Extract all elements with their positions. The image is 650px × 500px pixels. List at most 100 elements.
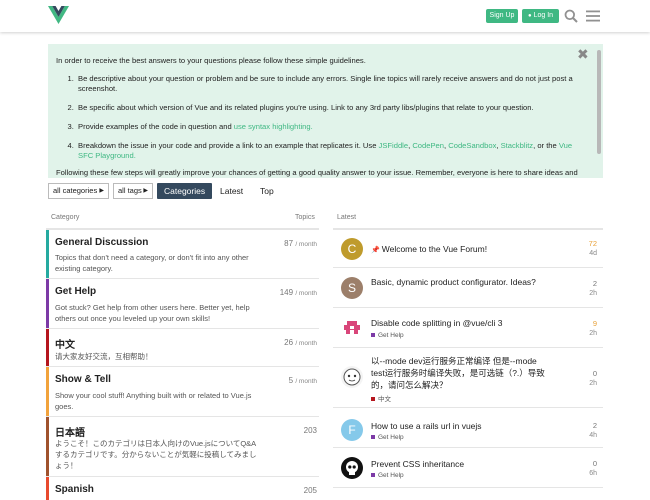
login-label: Log In bbox=[533, 12, 554, 19]
topic-row[interactable]: Disable code splitting in @vue/cli 3 Get… bbox=[333, 308, 603, 348]
category-row[interactable]: Spanish 205 bbox=[46, 477, 319, 500]
user-icon: ● bbox=[527, 13, 532, 19]
count-value: 26 bbox=[284, 338, 294, 347]
category-column-header: Category bbox=[51, 214, 80, 221]
guideline-item: Be specific about which version of Vue a… bbox=[76, 103, 586, 113]
latest-column-header: Latest bbox=[337, 214, 357, 221]
avatar[interactable]: C bbox=[341, 238, 363, 260]
category-description: Got stuck? Get help from other users her… bbox=[55, 303, 250, 323]
category-name[interactable]: 中文 bbox=[55, 336, 75, 351]
category-row[interactable]: General Discussion Topics that don't nee… bbox=[46, 230, 319, 279]
guideline-item: Be descriptive about your question or pr… bbox=[76, 74, 586, 94]
category-row[interactable]: 日本語 ようこそ！このカテゴリは日本人向けのVue.jsについてQ&Aするカテゴ… bbox=[46, 417, 319, 477]
category-name[interactable]: Spanish bbox=[55, 484, 94, 495]
banner-outro: Following these few steps will greatly i… bbox=[56, 168, 578, 177]
signup-button[interactable]: Sign Up bbox=[486, 9, 518, 23]
category-color-bar bbox=[46, 230, 49, 278]
reply-count: 0 bbox=[592, 369, 597, 378]
category-name[interactable]: General Discussion bbox=[55, 237, 148, 248]
banner-intro: In order to receive the best answers to … bbox=[56, 56, 366, 65]
skull-avatar[interactable] bbox=[341, 457, 363, 479]
topic-title[interactable]: Basic, dynamic product configurator. Ide… bbox=[371, 276, 551, 288]
topics-column-header: Topics bbox=[295, 214, 315, 221]
topic-title[interactable]: 以--mode dev运行服务正常编译 但是--mode test运行服务时编译… bbox=[371, 355, 551, 391]
category-color-square bbox=[371, 435, 375, 439]
tags-dropdown-label: all tags bbox=[118, 186, 142, 195]
category-count: 203 bbox=[304, 426, 317, 435]
topic-row[interactable]: 以--mode dev运行服务正常编译 但是--mode test运行服务时编译… bbox=[333, 348, 603, 408]
categories-dropdown-label: all categories bbox=[53, 186, 98, 195]
caret-right-icon: ▶ bbox=[99, 188, 104, 194]
syntax-highlighting-link[interactable]: use syntax highlighting. bbox=[234, 122, 313, 131]
tab-categories[interactable]: Categories bbox=[157, 183, 213, 199]
category-row[interactable]: 中文 请大家友好交流，互相帮助！ 26 / month bbox=[46, 329, 319, 367]
topic-category-label: Get Help bbox=[378, 472, 404, 479]
per-month-label: / month bbox=[295, 241, 317, 248]
jsfiddle-link[interactable]: JSFiddle bbox=[379, 141, 409, 150]
category-row[interactable]: Get Help Got stuck? Get help from other … bbox=[46, 279, 319, 329]
category-count: 149 / month bbox=[280, 288, 317, 297]
tab-top[interactable]: Top bbox=[260, 183, 274, 199]
guideline-item: Provide examples of the code in question… bbox=[76, 122, 586, 132]
pixel-avatar[interactable] bbox=[341, 317, 363, 339]
close-icon[interactable]: ✖ bbox=[577, 47, 589, 61]
per-month-label: / month bbox=[295, 290, 317, 297]
category-color-bar bbox=[46, 279, 49, 328]
vue-logo[interactable] bbox=[48, 6, 69, 24]
topic-category[interactable]: Get Help bbox=[371, 332, 404, 339]
category-color-square bbox=[371, 397, 375, 401]
category-name[interactable]: Get Help bbox=[55, 286, 96, 297]
topic-row[interactable]: S Basic, dynamic product configurator. I… bbox=[333, 268, 603, 308]
topic-category[interactable]: 中文 bbox=[371, 393, 391, 403]
topic-title-text: Welcome to the Vue Forum! bbox=[381, 244, 488, 254]
reply-count: 2 bbox=[592, 421, 597, 430]
login-button[interactable]: ● Log In bbox=[522, 9, 559, 23]
category-count: 5 / month bbox=[289, 376, 317, 385]
category-color-bar bbox=[46, 329, 49, 366]
cartoon-avatar[interactable] bbox=[341, 366, 363, 388]
category-description: ようこそ！このカテゴリは日本人向けのVue.jsについてQ&Aするカテゴリです。… bbox=[55, 439, 257, 470]
topic-row[interactable]: C 📌 Welcome to the Vue Forum! 72 4d bbox=[333, 230, 603, 268]
count-value: 87 bbox=[284, 239, 294, 248]
stackblitz-link[interactable]: Stackblitz bbox=[501, 141, 534, 150]
reply-count: 72 bbox=[588, 239, 597, 248]
codesandbox-link[interactable]: CodeSandbox bbox=[448, 141, 496, 150]
search-icon[interactable] bbox=[564, 9, 578, 23]
topic-age: 2h bbox=[589, 290, 597, 297]
topic-age: 2h bbox=[589, 330, 597, 337]
category-name[interactable]: Show & Tell bbox=[55, 374, 111, 385]
topic-category-label: 中文 bbox=[378, 396, 391, 403]
category-color-bar bbox=[46, 477, 49, 500]
avatar[interactable]: F bbox=[341, 419, 363, 441]
reply-count: 2 bbox=[592, 279, 597, 288]
topic-row[interactable]: F How to use a rails url in vuejs Get He… bbox=[333, 408, 603, 448]
category-row[interactable]: Show & Tell Show your cool stuff! Anythi… bbox=[46, 367, 319, 417]
category-color-square bbox=[371, 473, 375, 477]
caret-right-icon: ▶ bbox=[143, 188, 148, 194]
codepen-link[interactable]: CodePen bbox=[412, 141, 444, 150]
banner-scrollbar[interactable] bbox=[597, 50, 601, 154]
topic-title[interactable]: 📌 Welcome to the Vue Forum! bbox=[371, 243, 551, 257]
site-header: Sign Up ● Log In bbox=[0, 0, 650, 32]
count-value: 5 bbox=[288, 376, 294, 385]
topic-title[interactable]: Prevent CSS inheritance bbox=[371, 458, 551, 470]
tags-dropdown[interactable]: all tags ▶ bbox=[113, 183, 153, 199]
hamburger-menu-icon[interactable] bbox=[586, 9, 600, 23]
category-color-square bbox=[371, 333, 375, 337]
avatar[interactable]: S bbox=[341, 277, 363, 299]
topic-title[interactable]: How to use a rails url in vuejs bbox=[371, 420, 551, 432]
topic-category[interactable]: Get Help bbox=[371, 472, 404, 479]
tab-latest[interactable]: Latest bbox=[220, 183, 243, 199]
category-color-bar bbox=[46, 367, 49, 416]
per-month-label: / month bbox=[295, 378, 317, 385]
category-count: 205 bbox=[304, 486, 317, 495]
topic-category[interactable]: Get Help bbox=[371, 434, 404, 441]
topic-title[interactable]: Disable code splitting in @vue/cli 3 bbox=[371, 317, 551, 329]
category-description: Topics that don't need a category, or do… bbox=[55, 253, 249, 273]
category-color-bar bbox=[46, 417, 49, 476]
topic-row[interactable]: Prevent CSS inheritance Get Help 0 6h bbox=[333, 448, 603, 488]
categories-dropdown[interactable]: all categories ▶ bbox=[48, 183, 109, 199]
guidelines-list: Be descriptive about your question or pr… bbox=[56, 74, 586, 161]
category-name[interactable]: 日本語 bbox=[55, 424, 85, 439]
count-value: 149 bbox=[279, 288, 294, 297]
